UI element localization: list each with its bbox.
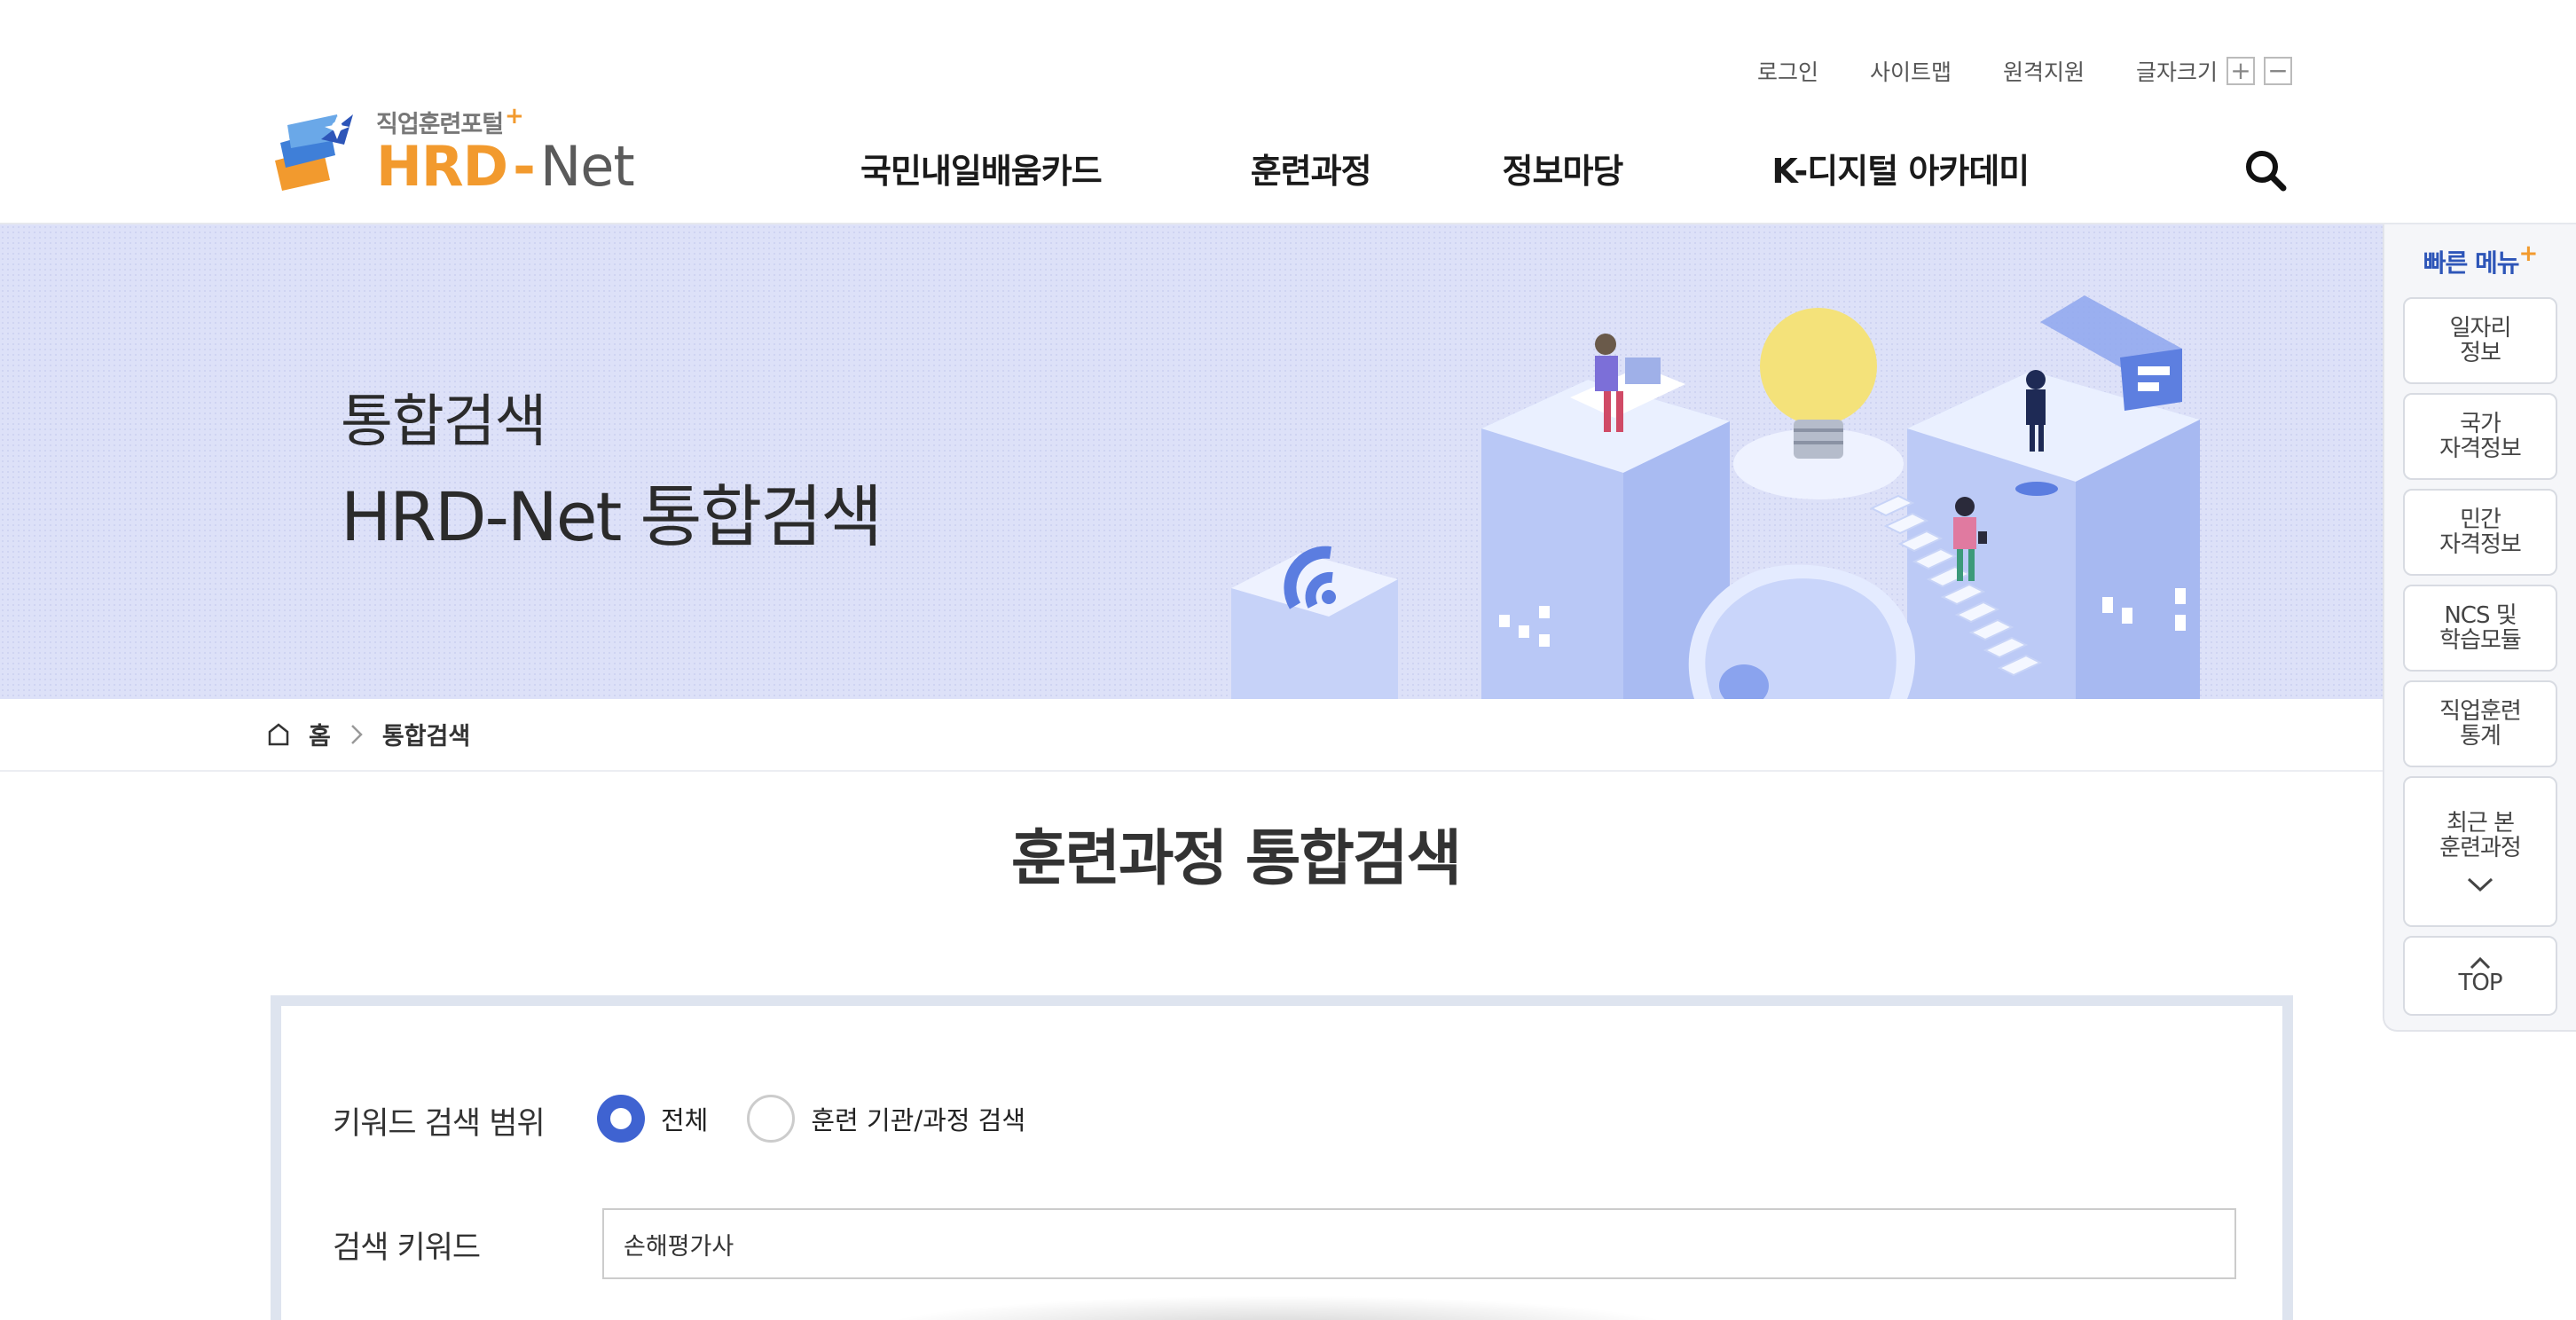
radio-institution-indicator[interactable] bbox=[747, 1095, 796, 1143]
keyword-label: 검색 키워드 bbox=[333, 1230, 481, 1266]
hero-illustration bbox=[1231, 295, 2200, 699]
nav-item-k-digital[interactable]: K-디지털 아카데미 bbox=[1771, 144, 2030, 192]
chevron-right-icon bbox=[350, 724, 363, 744]
nav-item-training-course[interactable]: 훈련과정 bbox=[1251, 144, 1372, 192]
radio-institution-label: 훈련 기관/과정 검색 bbox=[811, 1105, 1026, 1135]
breadcrumb-divider bbox=[0, 770, 2383, 772]
scope-radio-group: 전체 훈련 기관/과정 검색 bbox=[597, 1095, 1064, 1143]
scroll-top-button[interactable]: TOP bbox=[2403, 936, 2557, 1016]
sitemap-link[interactable]: 사이트맵 bbox=[1870, 55, 1952, 87]
chevron-up-icon bbox=[2470, 956, 2491, 970]
radio-all-indicator[interactable] bbox=[597, 1095, 645, 1143]
quick-item-statistics[interactable]: 직업훈련 통계 bbox=[2403, 680, 2557, 767]
font-size-decrease-button[interactable]: − bbox=[2264, 57, 2292, 85]
home-icon[interactable] bbox=[268, 722, 289, 746]
logo-subtitle: 직업훈련포털 bbox=[376, 111, 504, 138]
nav-item-info[interactable]: 정보마당 bbox=[1503, 144, 1624, 192]
breadcrumb-current: 통합검색 bbox=[381, 723, 471, 750]
page-title: 훈련과정 통합검색 bbox=[1010, 824, 1462, 894]
login-link[interactable]: 로그인 bbox=[1757, 55, 1818, 87]
logo-dash: - bbox=[513, 134, 536, 199]
utility-bar: 로그인 사이트맵 원격지원 글자크기 + − bbox=[1757, 55, 2292, 87]
quick-item-ncs[interactable]: NCS 및 학습모듈 bbox=[2403, 585, 2557, 672]
radio-institution-course[interactable]: 훈련 기관/과정 검색 bbox=[747, 1095, 1025, 1143]
nav-item-learning-card[interactable]: 국민내일배움카드 bbox=[860, 144, 1103, 192]
logo-net: Net bbox=[539, 134, 635, 199]
search-icon[interactable] bbox=[2244, 149, 2287, 192]
logo-mark-icon bbox=[275, 114, 353, 191]
font-size-increase-button[interactable]: + bbox=[2227, 57, 2255, 85]
quick-menu-title: 빠른 메뉴 bbox=[2423, 248, 2520, 278]
breadcrumb: 홈 통합검색 bbox=[268, 717, 470, 751]
quick-menu: 빠른 메뉴+ 일자리 정보 국가 자격정보 민간 자격정보 NCS 및 학습모듈… bbox=[2383, 224, 2576, 1032]
radio-all-label: 전체 bbox=[661, 1105, 709, 1135]
logo-hrd: HRD bbox=[376, 134, 508, 199]
hero-subtitle: HRD-Net 통합검색 bbox=[341, 477, 883, 556]
quick-item-jobs[interactable]: 일자리 정보 bbox=[2403, 297, 2557, 384]
main-nav: 국민내일배움카드 훈련과정 정보마당 K-디지털 아카데미 bbox=[860, 144, 2030, 192]
quick-menu-plus: + bbox=[2518, 240, 2539, 267]
hero-title: 통합검색 bbox=[341, 389, 547, 455]
font-size-control: 글자크기 + − bbox=[2136, 55, 2292, 87]
site-logo[interactable]: 직업훈련포털+ HRD-Net bbox=[268, 103, 635, 194]
top-label: TOP bbox=[2458, 970, 2502, 996]
hero-banner: 통합검색 HRD-Net 통합검색 bbox=[0, 224, 2383, 699]
breadcrumb-home[interactable]: 홈 bbox=[309, 717, 331, 751]
logo-plus: + bbox=[505, 103, 524, 130]
radio-all[interactable]: 전체 bbox=[597, 1095, 708, 1143]
quick-item-national-cert[interactable]: 국가 자격정보 bbox=[2403, 393, 2557, 480]
remote-support-link[interactable]: 원격지원 bbox=[2003, 55, 2085, 87]
font-size-label: 글자크기 bbox=[2135, 59, 2218, 85]
scope-label: 키워드 검색 범위 bbox=[333, 1106, 546, 1142]
quick-item-private-cert[interactable]: 민간 자격정보 bbox=[2403, 489, 2557, 576]
search-form: 키워드 검색 범위 전체 훈련 기관/과정 검색 검색 키워드 bbox=[271, 995, 2293, 1320]
keyword-input[interactable] bbox=[602, 1208, 2236, 1279]
